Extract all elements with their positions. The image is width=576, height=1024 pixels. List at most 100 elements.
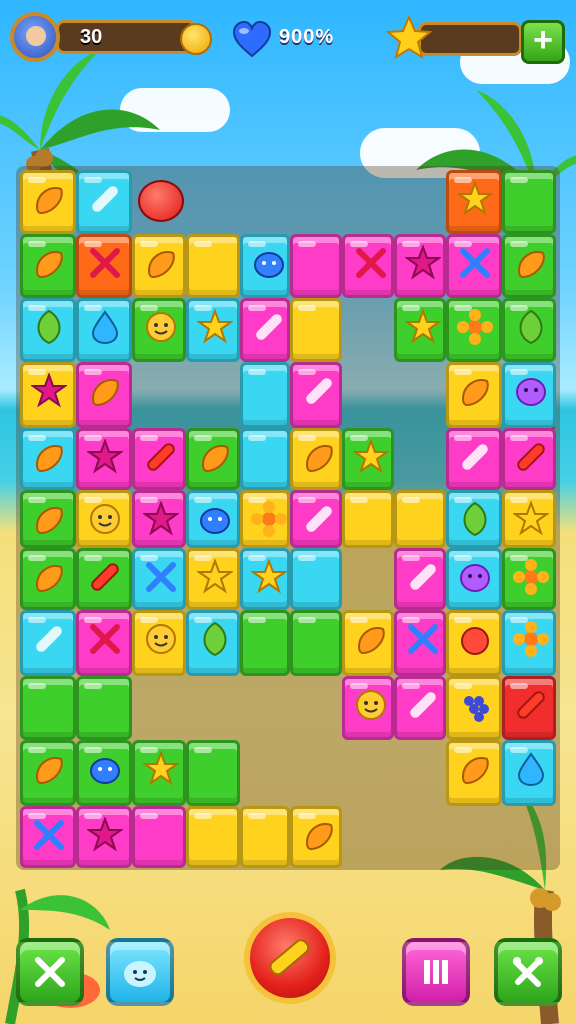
- board-tile[interactable]: [76, 428, 132, 490]
- board-tile[interactable]: [240, 362, 290, 428]
- board-tile[interactable]: [502, 298, 556, 362]
- player-avatar[interactable]: [10, 12, 60, 62]
- board-tile[interactable]: [342, 428, 394, 490]
- board-tile[interactable]: [240, 610, 290, 676]
- board-tile[interactable]: [394, 610, 446, 676]
- plus-button[interactable]: +: [521, 20, 565, 64]
- board-tile[interactable]: [76, 490, 132, 548]
- board-tile[interactable]: [502, 676, 556, 740]
- board-tile[interactable]: [446, 676, 502, 740]
- board-tile[interactable]: [502, 362, 556, 428]
- color-bomb-button[interactable]: [244, 912, 336, 1004]
- smiley-booster-button[interactable]: [106, 938, 174, 1006]
- board-tile[interactable]: [20, 234, 76, 298]
- board-tile[interactable]: [20, 362, 76, 428]
- red-candy-piece[interactable]: [138, 180, 184, 222]
- board-tile[interactable]: [132, 490, 186, 548]
- board-tile[interactable]: [240, 234, 290, 298]
- board-tile[interactable]: [342, 490, 394, 548]
- board-tile[interactable]: [132, 806, 186, 868]
- board-tile[interactable]: [342, 676, 394, 740]
- board-tile[interactable]: [20, 676, 76, 740]
- board-tile[interactable]: [240, 806, 290, 868]
- board-tile[interactable]: [186, 548, 240, 610]
- hammer-booster-button[interactable]: [16, 938, 84, 1006]
- board-tile[interactable]: [502, 548, 556, 610]
- board-tile[interactable]: [342, 610, 394, 676]
- board-tile[interactable]: [502, 610, 556, 676]
- board-tile[interactable]: [132, 740, 186, 806]
- board-tile[interactable]: [446, 610, 502, 676]
- board-tile[interactable]: [20, 170, 76, 234]
- board-tile[interactable]: [394, 234, 446, 298]
- board-tile[interactable]: [76, 362, 132, 428]
- pinkstar-icon: [405, 245, 441, 280]
- board-tile[interactable]: [132, 428, 186, 490]
- board-tile[interactable]: [76, 234, 132, 298]
- mango-icon: [35, 187, 63, 215]
- board-tile[interactable]: [186, 234, 240, 298]
- board-tile[interactable]: [186, 740, 240, 806]
- board-tile[interactable]: [502, 170, 556, 234]
- board-tile[interactable]: [290, 490, 342, 548]
- shuffle-booster-button[interactable]: [402, 938, 470, 1006]
- board-tile[interactable]: [394, 548, 446, 610]
- board-tile[interactable]: [502, 490, 556, 548]
- redstick-icon: [147, 443, 175, 471]
- board-tile[interactable]: [394, 490, 446, 548]
- board-tile[interactable]: [290, 362, 342, 428]
- board-tile[interactable]: [290, 806, 342, 868]
- board-tile[interactable]: [446, 548, 502, 610]
- board-tile[interactable]: [186, 806, 240, 868]
- board-tile[interactable]: [394, 298, 446, 362]
- board-tile[interactable]: [502, 428, 556, 490]
- board-tile[interactable]: [446, 298, 502, 362]
- board-tile[interactable]: [240, 490, 290, 548]
- swap-booster-button[interactable]: [494, 938, 562, 1006]
- board-tile[interactable]: [186, 298, 240, 362]
- board-tile[interactable]: [446, 740, 502, 806]
- board-tile[interactable]: [132, 234, 186, 298]
- board-tile[interactable]: [76, 806, 132, 868]
- board-tile[interactable]: [240, 428, 290, 490]
- board-tile[interactable]: [446, 490, 502, 548]
- board-tile[interactable]: [446, 170, 502, 234]
- board-tile[interactable]: [20, 298, 76, 362]
- board-tile[interactable]: [240, 548, 290, 610]
- mango-icon: [147, 251, 175, 279]
- tile-shine: [298, 241, 316, 247]
- board-tile[interactable]: [446, 234, 502, 298]
- board-tile[interactable]: [132, 298, 186, 362]
- board-tile[interactable]: [446, 428, 502, 490]
- board-tile[interactable]: [290, 234, 342, 298]
- board-tile[interactable]: [20, 490, 76, 548]
- board-tile[interactable]: [76, 170, 132, 234]
- board-tile[interactable]: [132, 610, 186, 676]
- board-tile[interactable]: [240, 298, 290, 362]
- board-tile[interactable]: [76, 676, 132, 740]
- board-tile[interactable]: [502, 234, 556, 298]
- board-tile[interactable]: [186, 490, 240, 548]
- board-tile[interactable]: [502, 740, 556, 806]
- board-tile[interactable]: [20, 806, 76, 868]
- board-tile[interactable]: [20, 610, 76, 676]
- board-tile[interactable]: [290, 610, 342, 676]
- board-tile[interactable]: [76, 740, 132, 806]
- board-tile[interactable]: [76, 610, 132, 676]
- board-tile[interactable]: [132, 548, 186, 610]
- board-tile[interactable]: [446, 362, 502, 428]
- board-tile[interactable]: [394, 676, 446, 740]
- board-tile[interactable]: [20, 548, 76, 610]
- board-tile[interactable]: [186, 428, 240, 490]
- board-tile[interactable]: [20, 740, 76, 806]
- board-tile[interactable]: [76, 298, 132, 362]
- board-tile[interactable]: [290, 428, 342, 490]
- blob-icon: [90, 758, 120, 784]
- board-tile[interactable]: [290, 548, 342, 610]
- flower-icon: [513, 621, 549, 657]
- board-tile[interactable]: [20, 428, 76, 490]
- board-tile[interactable]: [76, 548, 132, 610]
- board-tile[interactable]: [186, 610, 240, 676]
- board-tile[interactable]: [290, 298, 342, 362]
- board-tile[interactable]: [342, 234, 394, 298]
